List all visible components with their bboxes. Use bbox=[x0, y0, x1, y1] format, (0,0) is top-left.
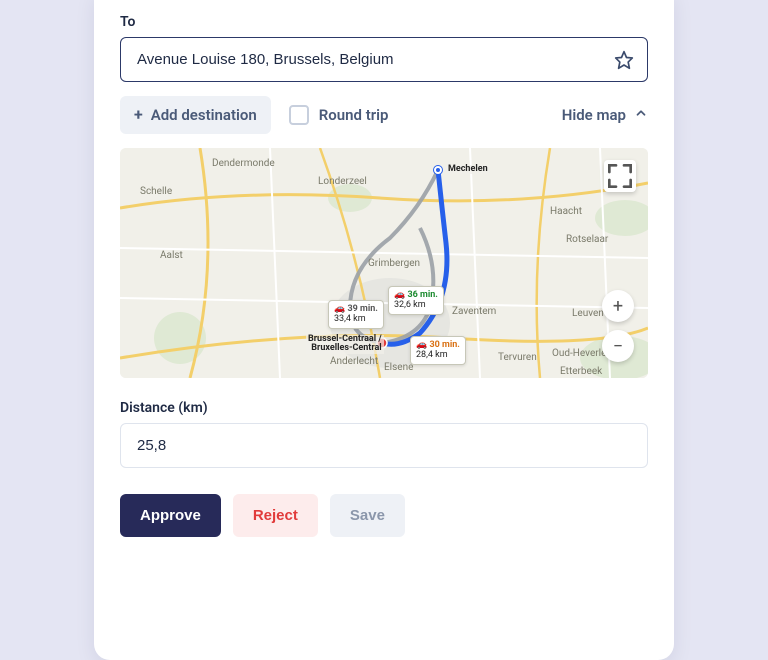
approve-button[interactable]: Approve bbox=[120, 494, 221, 537]
distance-input[interactable] bbox=[120, 423, 648, 468]
favorite-button[interactable] bbox=[610, 46, 638, 74]
action-buttons: Approve Reject Save bbox=[120, 494, 648, 537]
round-trip-toggle[interactable]: Round trip bbox=[289, 105, 389, 125]
save-button[interactable]: Save bbox=[330, 494, 405, 537]
zoom-out-button[interactable]: − bbox=[602, 330, 634, 362]
fullscreen-button[interactable] bbox=[604, 160, 636, 192]
zoom-in-button[interactable]: + bbox=[602, 290, 634, 322]
round-trip-label: Round trip bbox=[319, 106, 389, 124]
round-trip-checkbox[interactable] bbox=[289, 105, 309, 125]
minus-icon: − bbox=[613, 336, 623, 357]
to-input[interactable] bbox=[120, 37, 648, 82]
hide-map-label: Hide map bbox=[562, 106, 626, 124]
star-icon bbox=[614, 50, 634, 70]
fullscreen-icon bbox=[604, 160, 636, 192]
trip-options-row: + Add destination Round trip Hide map bbox=[120, 96, 648, 134]
add-destination-label: Add destination bbox=[151, 106, 257, 124]
hide-map-toggle[interactable]: Hide map bbox=[562, 106, 648, 124]
route-map[interactable]: Mechelen Brussel-Centraal / Bruxelles-Ce… bbox=[120, 148, 648, 378]
to-label: To bbox=[120, 14, 648, 30]
map-start-pin bbox=[434, 166, 442, 174]
plus-icon: + bbox=[613, 296, 623, 317]
chevron-up-icon bbox=[634, 106, 648, 124]
to-input-wrap bbox=[120, 37, 648, 82]
trip-form-card: To + Add destination Round trip Hide map bbox=[94, 0, 674, 660]
map-end-pin bbox=[376, 337, 388, 349]
add-destination-button[interactable]: + Add destination bbox=[120, 96, 271, 134]
plus-icon: + bbox=[134, 107, 143, 123]
distance-label: Distance (km) bbox=[120, 400, 648, 416]
reject-button[interactable]: Reject bbox=[233, 494, 318, 537]
